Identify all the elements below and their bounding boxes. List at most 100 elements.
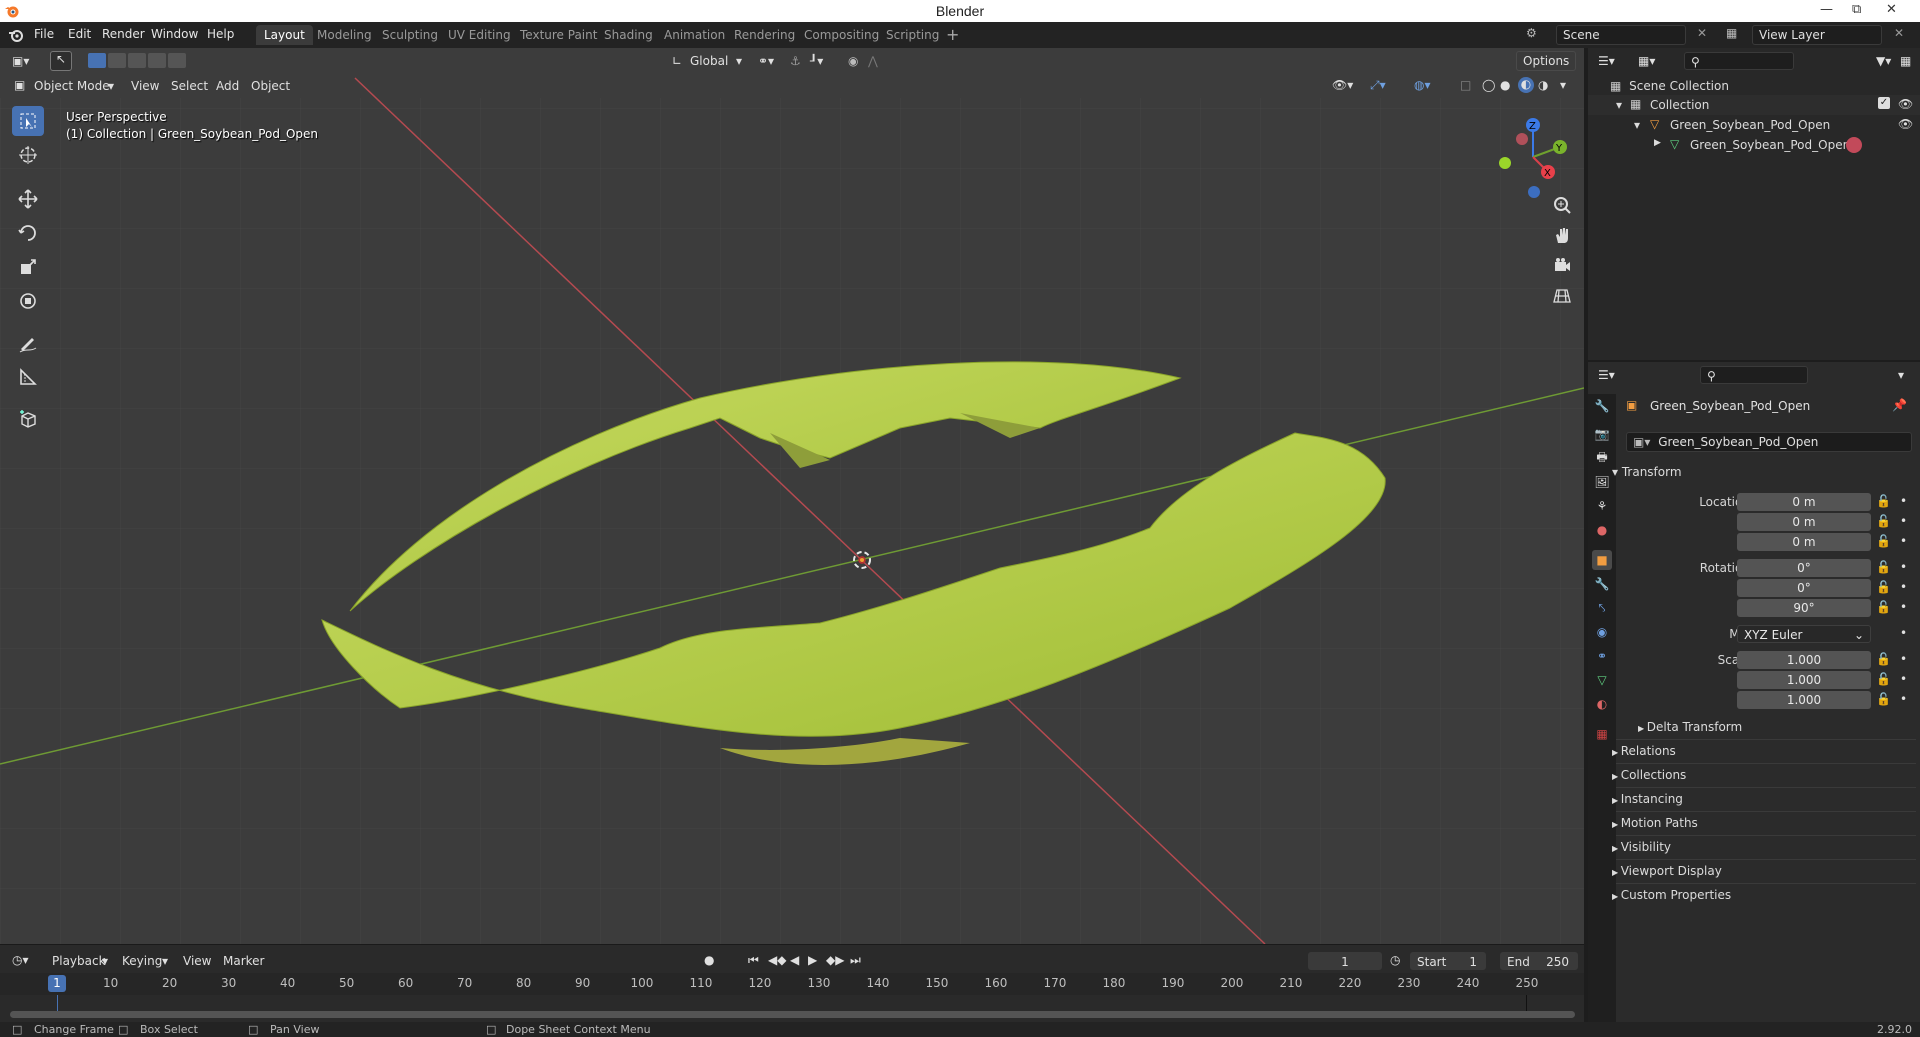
material-icon[interactable] — [1846, 137, 1862, 153]
collection-visibility-icon[interactable]: 👁 — [1898, 97, 1913, 111]
outliner-search-input[interactable]: ⚲ — [1684, 52, 1794, 70]
keyframe-location-y-icon[interactable]: • — [1900, 514, 1907, 528]
options-dropdown[interactable]: Options — [1516, 51, 1576, 71]
scale-x-field[interactable]: 1.000 — [1737, 651, 1871, 669]
timeline-menu-view[interactable]: View — [183, 954, 211, 968]
data-tab-icon[interactable]: ▽ — [1592, 670, 1612, 690]
current-frame-field[interactable]: 1 — [1308, 952, 1382, 970]
snap-icon[interactable]: ⚓ — [790, 54, 801, 68]
tool-cursor[interactable] — [12, 140, 44, 170]
object-tab-icon[interactable]: ■ — [1592, 550, 1612, 570]
delta-transform-subpanel[interactable]: ▶ Delta Transform — [1638, 720, 1742, 734]
shading-material-icon[interactable]: ◐ — [1518, 77, 1534, 93]
viewport-menu-select[interactable]: Select — [171, 79, 208, 93]
location-x-field[interactable]: 0 m — [1737, 493, 1871, 511]
snap-target-icon[interactable]: ┚▾ — [810, 54, 823, 68]
blender-menu-icon[interactable] — [8, 27, 24, 43]
timeline-menu-playback[interactable]: Playback — [52, 954, 106, 968]
xray-icon[interactable]: □ — [1460, 78, 1471, 92]
outliner-row-scene-collection[interactable]: ▦ Scene Collection — [1610, 79, 1729, 93]
motion-paths-panel-header[interactable]: ▶ Motion Paths — [1612, 816, 1698, 830]
tool-transform[interactable] — [12, 286, 44, 316]
relations-panel-header[interactable]: ▶ Relations — [1612, 744, 1676, 758]
tab-rendering[interactable]: Rendering — [726, 25, 803, 45]
viewport-menu-add[interactable]: Add — [216, 79, 239, 93]
select-intersect-icon[interactable] — [168, 53, 186, 68]
tab-shading[interactable]: Shading — [596, 25, 661, 45]
menu-window[interactable]: Window — [151, 27, 198, 41]
keyframe-location-x-icon[interactable]: • — [1900, 494, 1907, 508]
outliner-display-mode-icon[interactable]: ▦▾ — [1638, 54, 1655, 68]
expand-collection-icon[interactable]: ▾ — [1616, 98, 1622, 112]
tab-modeling[interactable]: Modeling — [309, 25, 380, 45]
close-icon[interactable]: ✕ — [1886, 2, 1897, 17]
timeline-menu-marker[interactable]: Marker — [223, 954, 264, 968]
view-layer-selector[interactable]: View Layer — [1752, 25, 1882, 45]
tab-scripting[interactable]: Scripting — [878, 25, 947, 45]
keyframe-rotation-mode-icon[interactable]: • — [1900, 626, 1907, 640]
mode-dropdown[interactable]: Object Mode — [34, 79, 110, 93]
tool-scale[interactable] — [12, 252, 44, 282]
lock-rotation-y-icon[interactable]: 🔓 — [1876, 580, 1891, 594]
instancing-panel-header[interactable]: ▶ Instancing — [1612, 792, 1683, 806]
rotation-x-field[interactable]: 0° — [1737, 559, 1871, 577]
add-workspace-icon[interactable]: + — [946, 25, 959, 44]
outliner-row-collection[interactable]: ▾ ▦ Collection ✓ 👁 — [1588, 95, 1920, 115]
tool-measure[interactable] — [12, 362, 44, 392]
physics-tab-icon[interactable]: ◉ — [1592, 622, 1612, 642]
view-layer-remove-icon[interactable]: ✕ — [1894, 26, 1904, 40]
navigation-gizmo[interactable]: Z Y X — [1488, 112, 1578, 202]
timeline-menu-keying[interactable]: Keying — [122, 954, 162, 968]
tool-annotate[interactable] — [12, 328, 44, 358]
expand-object-icon[interactable]: ▾ — [1634, 118, 1640, 132]
tool-rotate[interactable] — [12, 218, 44, 248]
object-visibility-icon[interactable]: 👁 — [1898, 117, 1913, 131]
keyframe-scale-z-icon[interactable]: • — [1900, 692, 1907, 706]
viewport-display-panel-header[interactable]: ▶ Viewport Display — [1612, 864, 1722, 878]
overlays-icon[interactable]: ◍▾ — [1414, 78, 1431, 92]
minimize-icon[interactable]: — — [1820, 2, 1833, 17]
visibility-panel-header[interactable]: ▶ Visibility — [1612, 840, 1671, 854]
proportional-falloff-icon[interactable]: ⋀ — [868, 54, 878, 68]
timeline-scrollbar[interactable] — [10, 1011, 1575, 1018]
playhead-frame-indicator[interactable]: 1 — [48, 975, 66, 992]
menu-help[interactable]: Help — [207, 27, 234, 41]
render-tab-icon[interactable]: 📷 — [1592, 424, 1612, 444]
scene-remove-icon[interactable]: ✕ — [1697, 26, 1707, 40]
outliner-editor[interactable]: ☰▾ ▦▾ ⚲ ▼▾ ▦ ▦ Scene Collection ▾ ▦ Coll… — [1588, 48, 1920, 360]
zoom-icon[interactable] — [1549, 192, 1575, 218]
visibility-icon[interactable]: 👁▾ — [1332, 78, 1353, 92]
output-tab-icon[interactable]: 🖶 — [1592, 448, 1612, 468]
shading-options-icon[interactable]: ▾ — [1560, 78, 1566, 92]
outliner-filter-icon[interactable]: ▼▾ — [1876, 54, 1891, 68]
collections-panel-header[interactable]: ▶ Collections — [1612, 768, 1686, 782]
properties-search-input[interactable]: ⚲ — [1700, 366, 1808, 384]
world-tab-icon[interactable]: ● — [1592, 520, 1612, 540]
keyframe-rotation-y-icon[interactable]: • — [1900, 580, 1907, 594]
lock-location-y-icon[interactable]: 🔓 — [1876, 514, 1891, 528]
tool-move[interactable] — [12, 184, 44, 214]
particles-tab-icon[interactable]: ⤣ — [1592, 598, 1612, 618]
keyframe-rotation-z-icon[interactable]: • — [1900, 600, 1907, 614]
tool-select-box[interactable] — [12, 106, 44, 136]
object-name-field[interactable]: ▣▾ Green_Soybean_Pod_Open — [1626, 432, 1912, 452]
location-z-field[interactable]: 0 m — [1737, 533, 1871, 551]
gizmo-neg-z-icon[interactable] — [1528, 186, 1540, 198]
lock-location-x-icon[interactable]: 🔓 — [1876, 494, 1891, 508]
rotation-z-field[interactable]: 90° — [1737, 599, 1871, 617]
keyframe-location-z-icon[interactable]: • — [1900, 534, 1907, 548]
tab-animation[interactable]: Animation — [656, 25, 733, 45]
custom-properties-panel-header[interactable]: ▶ Custom Properties — [1612, 888, 1731, 902]
pan-hand-icon[interactable] — [1549, 222, 1575, 248]
new-collection-icon[interactable]: ▦ — [1900, 54, 1911, 68]
jump-keyframe-back-icon[interactable]: ◀◆ — [768, 953, 786, 967]
preview-range-icon[interactable]: ◷ — [1390, 953, 1400, 967]
select-invert-icon[interactable] — [148, 53, 166, 68]
view-layer-browse-icon[interactable]: ▦ — [1726, 26, 1737, 40]
editor-type-icon[interactable]: ▣▾ — [12, 54, 29, 68]
auto-keying-icon[interactable]: ● — [704, 953, 714, 967]
keyframe-scale-y-icon[interactable]: • — [1900, 672, 1907, 686]
tool-add-cube[interactable] — [12, 404, 44, 434]
play-icon[interactable]: ▶ — [808, 953, 817, 967]
3d-viewport[interactable]: ▣▾ ↖ ∟ Global ▾ ⚭▾ ⚓ ┚▾ ◉ ⋀ Options ▣ Ob… — [0, 48, 1584, 944]
